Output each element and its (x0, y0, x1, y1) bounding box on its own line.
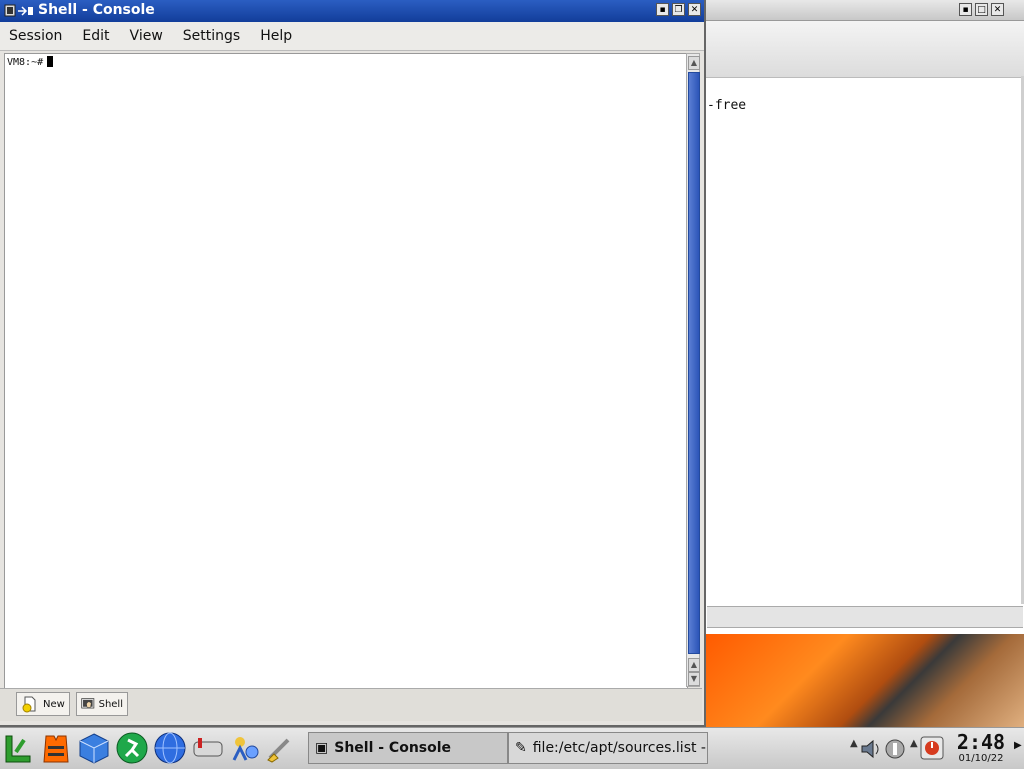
console-window[interactable]: Shell - Console ▪ ❐ ✕ Session Edit View … (0, 0, 706, 727)
lifejacket-icon[interactable] (40, 732, 72, 764)
desktop-wallpaper (706, 632, 1024, 728)
network-icon[interactable] (884, 738, 906, 760)
task-sources-list[interactable]: ✎ file:/etc/apt/sources.list - T (508, 732, 708, 764)
scroll-up-icon[interactable]: ▲ (688, 658, 700, 672)
pencil-icon: ✎ (515, 740, 527, 756)
background-window-toolbar (705, 21, 1024, 78)
taskbar-expand-icon[interactable]: ▶ (1014, 740, 1022, 751)
tray-arrow-icon[interactable]: ▲ (850, 738, 858, 749)
editor-text: -free (707, 98, 747, 113)
brush-icon[interactable] (264, 732, 296, 764)
runner-icon[interactable] (116, 732, 148, 764)
shell-icon (81, 698, 95, 709)
background-editor-window[interactable]: ▪ □ ✕ -free (704, 0, 1024, 634)
minimize-icon[interactable]: ▪ (656, 3, 669, 16)
tab-shell[interactable]: Shell (76, 692, 128, 716)
session-tab-bar: New Shell (0, 688, 702, 721)
console-titlebar[interactable]: Shell - Console ▪ ❐ ✕ (0, 0, 704, 22)
tray-arrow-icon[interactable]: ▲ (910, 738, 918, 749)
maximize-icon[interactable]: □ (975, 3, 988, 16)
menu-help[interactable]: Help (257, 26, 295, 46)
menu-settings[interactable]: Settings (180, 26, 243, 46)
cube-icon[interactable] (78, 732, 110, 764)
taskbar: ▣ Shell - Console ✎ file:/etc/apt/source… (0, 727, 1024, 769)
tab-label-shell: Shell (98, 698, 123, 710)
speaker-icon[interactable] (860, 738, 882, 760)
text-cursor (47, 56, 54, 67)
power-icon[interactable] (920, 736, 944, 760)
window-menu-icon[interactable] (4, 4, 34, 18)
menu-view[interactable]: View (127, 26, 166, 46)
system-clock[interactable]: 2:48 01/10/22 (950, 731, 1012, 767)
tab-label-new: New (43, 698, 65, 710)
menu-session[interactable]: Session (6, 26, 65, 46)
task-label-editor: file:/etc/apt/sources.list - T (532, 740, 708, 756)
terminal-icon: ▣ (315, 740, 329, 756)
clock-time: 2:48 (956, 730, 1006, 754)
close-icon[interactable]: ✕ (991, 3, 1004, 16)
restore-icon[interactable]: ❐ (672, 3, 685, 16)
close-icon[interactable]: ✕ (688, 3, 701, 16)
globe-icon[interactable] (154, 732, 186, 764)
new-session-icon (22, 696, 36, 713)
terminal-prompt-line: VM8:~# (7, 56, 54, 68)
mailbox-icon[interactable] (192, 732, 224, 764)
kde-menu-icon[interactable] (2, 732, 34, 764)
menu-bar: Session Edit View Settings Help (0, 22, 704, 51)
background-horizontal-scrollbar[interactable] (707, 606, 1023, 628)
scroll-down-icon[interactable]: ▼ (688, 672, 700, 686)
terminal-scrollbar[interactable]: ▲ ▲ ▼ (686, 53, 700, 687)
window-title: Shell - Console (38, 2, 155, 18)
task-shell-console[interactable]: ▣ Shell - Console (308, 732, 508, 764)
scrollbar-thumb[interactable] (688, 72, 700, 654)
shell-prompt: VM8:~# (7, 57, 44, 68)
minimize-icon[interactable]: ▪ (959, 3, 972, 16)
terminal-area[interactable]: VM8:~# (4, 53, 688, 689)
menu-edit[interactable]: Edit (79, 26, 112, 46)
scroll-up-icon[interactable]: ▲ (688, 56, 700, 70)
settings-icon[interactable] (228, 732, 260, 764)
new-session-button[interactable]: New (16, 692, 70, 716)
clock-date: 01/10/22 (958, 753, 1004, 764)
task-label-console: Shell - Console (334, 740, 452, 756)
background-window-titlebar[interactable]: ▪ □ ✕ (705, 0, 1024, 21)
